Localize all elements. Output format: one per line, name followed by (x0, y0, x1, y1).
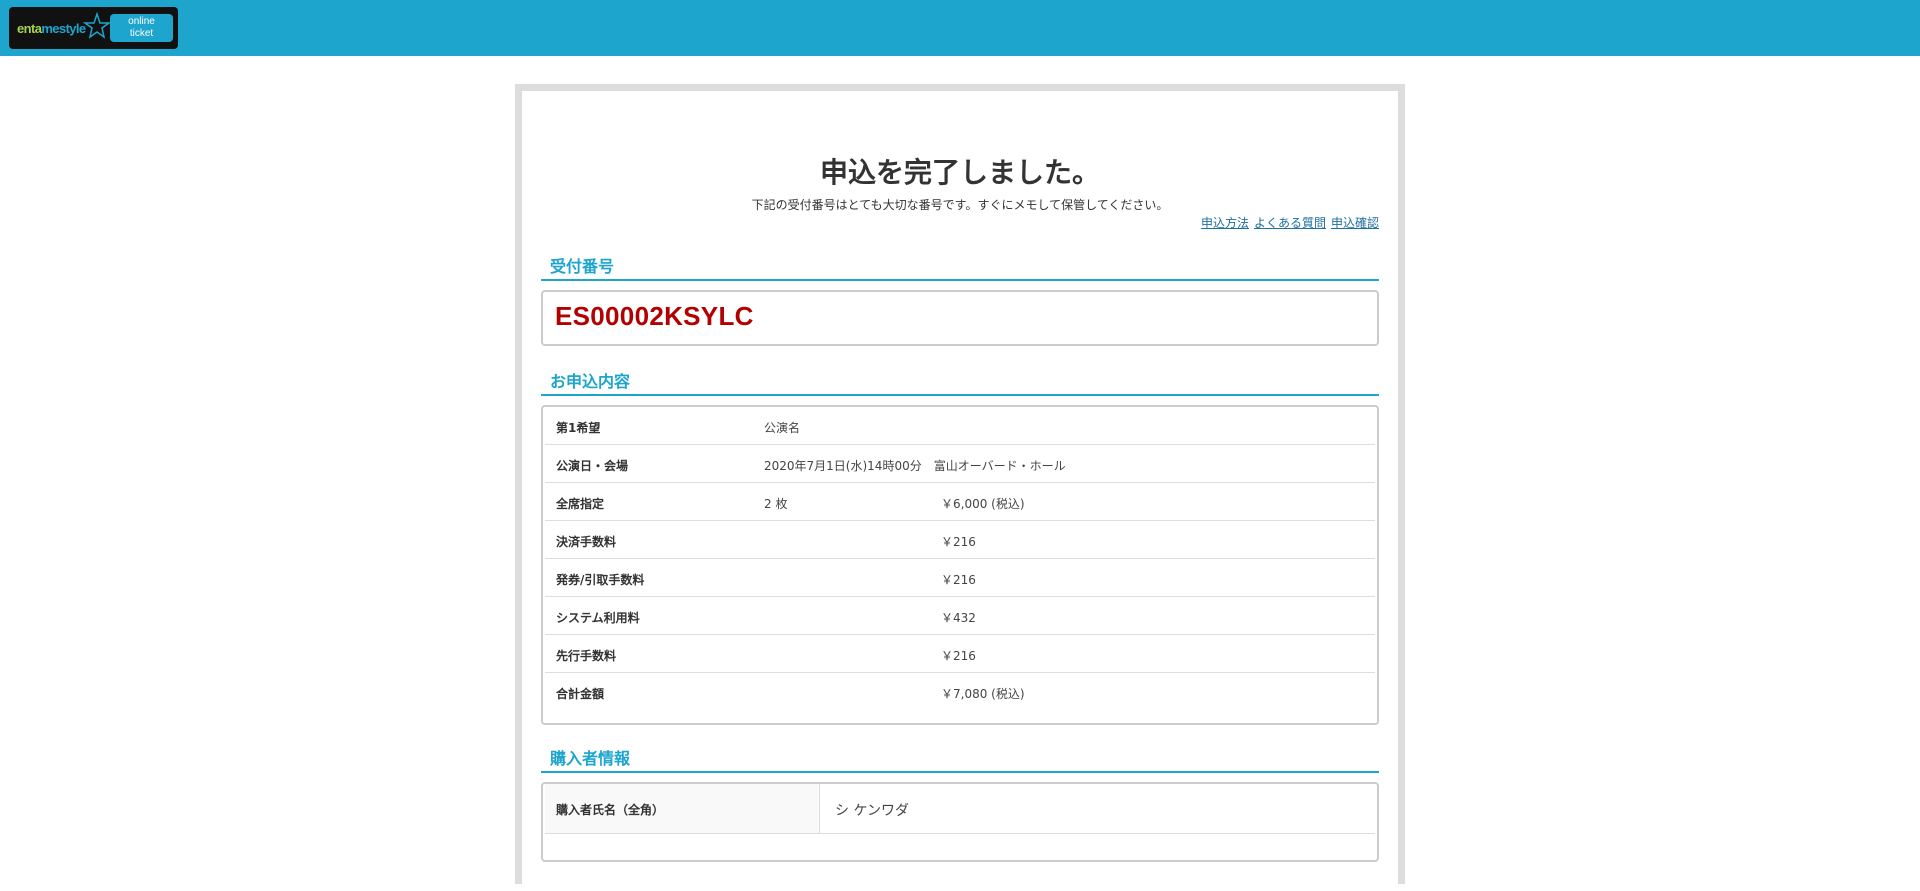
table-row: 決済手数料 ￥216 (545, 521, 1375, 559)
row-amount: ￥7,080 (税込) (941, 687, 1025, 701)
row-amount: ￥432 (941, 611, 976, 625)
buyer-table: 購入者氏名（全角） シ ケンワダ (541, 782, 1379, 862)
section-heading-reception: 受付番号 (541, 251, 1379, 281)
badge-line-1: online (128, 16, 155, 27)
row-label: 第1希望 (556, 421, 601, 435)
table-row: 先行手数料 ￥216 (545, 635, 1375, 673)
row-value: 2 枚 (764, 497, 788, 511)
reception-number: ES00002KSYLC (555, 301, 754, 331)
link-application-check[interactable]: 申込確認 (1331, 216, 1379, 230)
row-amount: ￥216 (941, 535, 976, 549)
logo-wordmark-part2: mestyle (41, 21, 86, 36)
row-label: 購入者氏名（全角） (545, 784, 820, 833)
site-header: entamestyle online ticket (0, 0, 1920, 56)
table-row: 合計金額 ￥7,080 (税込) (545, 673, 1375, 711)
badge-line-2: ticket (129, 28, 154, 39)
site-logo[interactable]: entamestyle online ticket (9, 7, 178, 49)
reception-number-box: ES00002KSYLC (541, 290, 1379, 346)
page-title: 申込を完了しました。 (819, 156, 1100, 189)
link-how-to-apply[interactable]: 申込方法 (1201, 216, 1249, 230)
row-label: 発券/引取手数料 (556, 573, 645, 587)
page-subtitle: 下記の受付番号はとても大切な番号です。すぐにメモして保管してください。 (751, 198, 1169, 212)
row-label: システム利用料 (556, 611, 640, 625)
row-amount: ￥216 (941, 649, 976, 663)
table-row: 全席指定 2 枚 ￥6,000 (税込) (545, 483, 1375, 521)
online-ticket-badge[interactable]: online ticket (110, 14, 173, 42)
help-links: 申込方法 よくある質問 申込確認 (1196, 214, 1379, 231)
section-heading-buyer: 購入者情報 (541, 743, 1379, 773)
star-icon (83, 12, 111, 39)
row-value: 2020年7月1日(水)14時00分 富山オーバード・ホール (764, 459, 1066, 473)
section-heading-details: お申込内容 (541, 366, 1379, 396)
table-row: 公演日・会場 2020年7月1日(水)14時00分 富山オーバード・ホール (545, 445, 1375, 483)
row-value: 公演名 (764, 421, 801, 435)
table-row: 購入者氏名（全角） シ ケンワダ (545, 784, 1375, 834)
table-row: 発券/引取手数料 ￥216 (545, 559, 1375, 597)
row-label: 決済手数料 (556, 535, 617, 549)
row-label: 合計金額 (556, 687, 605, 701)
logo-wordmark: entamestyle (17, 21, 86, 36)
row-value: シ ケンワダ (835, 803, 910, 819)
table-row: 第1希望 公演名 (545, 407, 1375, 445)
logo-wordmark-part1: enta (17, 21, 42, 36)
row-label: 全席指定 (556, 497, 605, 511)
row-amount: ￥6,000 (税込) (941, 497, 1025, 511)
link-faq[interactable]: よくある質問 (1254, 216, 1326, 230)
row-label: 公演日・会場 (556, 459, 629, 473)
details-table: 第1希望 公演名 公演日・会場 2020年7月1日(水)14時00分 富山オーバ… (541, 405, 1379, 725)
row-label: 先行手数料 (556, 649, 617, 663)
row-amount: ￥216 (941, 573, 976, 587)
table-row: システム利用料 ￥432 (545, 597, 1375, 635)
